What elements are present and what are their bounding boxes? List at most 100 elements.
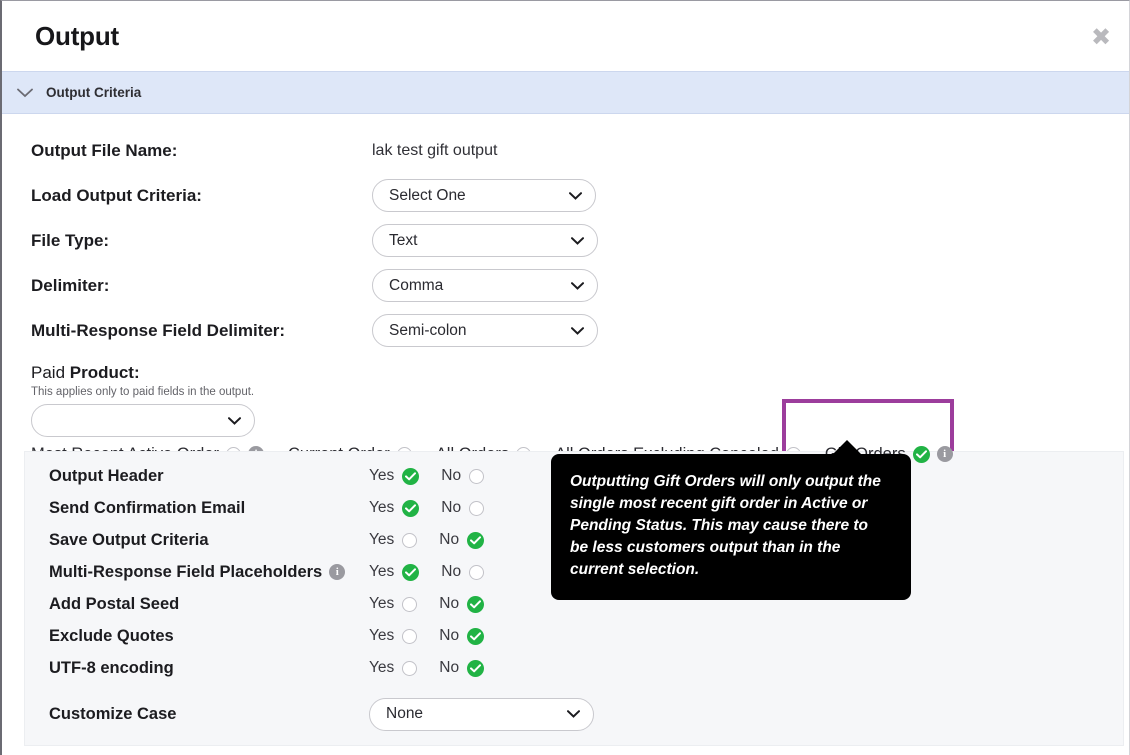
yes-label: Yes (369, 595, 395, 612)
page-title: Output (35, 20, 119, 51)
chevron-down-icon (571, 277, 584, 295)
radio-unselected-icon[interactable] (402, 596, 418, 612)
radio-selected-icon[interactable] (467, 595, 485, 613)
row-multi-response-field-delimiter: Multi-Response Field Delimiter: Semi-col… (2, 308, 1129, 353)
output-file-name-label: Output File Name: (31, 140, 178, 160)
option-label-text: Multi-Response Field Placeholders (49, 562, 323, 581)
option-label: UTF-8 encoding (49, 659, 369, 678)
radio-selected-icon[interactable] (402, 563, 420, 581)
info-icon[interactable]: i (329, 564, 346, 580)
option-label: Exclude Quotes (49, 627, 369, 646)
option-no-exclude-quotes[interactable]: No (439, 627, 485, 645)
option-yes-output-header[interactable]: Yes (369, 467, 420, 485)
option-no-send-confirmation-email[interactable]: No (441, 499, 485, 517)
delimiter-value: Comma (389, 276, 444, 294)
output-criteria-label: Output Criteria (46, 85, 142, 100)
row-file-type: File Type: Text (2, 218, 1129, 263)
customize-case-label-text: Customize Case (49, 704, 177, 723)
option-yes-exclude-quotes[interactable]: Yes (369, 627, 418, 645)
radio-unselected-icon[interactable] (402, 660, 418, 676)
chevron-down-icon (571, 322, 584, 340)
no-label: No (441, 467, 462, 484)
row-delimiter: Delimiter: Comma (2, 263, 1129, 308)
option-label-text: Save Output Criteria (49, 530, 209, 549)
load-output-criteria-label: Load Output Criteria: (31, 185, 202, 205)
paid-product-label-light: Paid (31, 363, 70, 382)
option-label: Output Header (49, 467, 369, 486)
option-yes-save-output-criteria[interactable]: Yes (369, 531, 418, 549)
close-icon[interactable]: ✖ (1085, 21, 1117, 53)
file-type-select[interactable]: Text (372, 224, 598, 257)
option-no-save-output-criteria[interactable]: No (439, 531, 485, 549)
yes-label: Yes (369, 467, 395, 484)
radio-selected-icon[interactable] (402, 499, 420, 517)
delimiter-select[interactable]: Comma (372, 269, 598, 302)
option-label-text: Add Postal Seed (49, 594, 180, 613)
radio-selected-icon[interactable] (467, 531, 485, 549)
output-file-name-value: lak test gift output (372, 141, 498, 159)
radio-unselected-icon[interactable] (469, 468, 485, 484)
paid-product-label-bold: Product: (69, 363, 140, 382)
dialog-header: Output ✖ (2, 1, 1129, 71)
multi-response-field-delimiter-value: Semi-colon (389, 321, 467, 339)
tooltip-text: Outputting Gift Orders will only output … (570, 473, 881, 578)
option-label: Send Confirmation Email (49, 499, 369, 518)
option-yes-send-confirmation-email[interactable]: Yes (369, 499, 420, 517)
radio-unselected-icon[interactable] (469, 564, 485, 580)
option-yes-utf8-encoding[interactable]: Yes (369, 659, 418, 677)
radio-selected-icon[interactable] (467, 659, 485, 677)
yes-label: Yes (369, 659, 395, 676)
radio-selected-icon[interactable] (402, 467, 420, 485)
option-label-text: Exclude Quotes (49, 626, 174, 645)
chevron-down-icon (569, 187, 582, 205)
output-criteria-section-header[interactable]: Output Criteria (2, 71, 1129, 114)
multi-response-field-delimiter-label: Multi-Response Field Delimiter: (31, 320, 286, 340)
option-label: Add Postal Seed (49, 595, 369, 614)
no-label: No (441, 499, 462, 516)
chevron-down-icon (228, 412, 241, 430)
output-dialog: Output ✖ Output Criteria Output File Nam… (0, 0, 1130, 755)
file-type-label: File Type: (31, 230, 110, 250)
option-row-utf8-encoding: UTF-8 encoding Yes No (25, 652, 1123, 684)
chevron-down-icon[interactable] (14, 82, 36, 104)
load-output-criteria-value: Select One (389, 186, 466, 204)
no-label: No (439, 531, 460, 548)
option-no-add-postal-seed[interactable]: No (439, 595, 485, 613)
paid-product-select[interactable] (31, 404, 255, 437)
chevron-down-icon (571, 232, 584, 250)
yes-label: Yes (369, 627, 395, 644)
yes-label: Yes (369, 531, 395, 548)
radio-selected-icon[interactable] (467, 627, 485, 645)
option-yes-add-postal-seed[interactable]: Yes (369, 595, 418, 613)
option-label-text: UTF-8 encoding (49, 658, 174, 677)
radio-unselected-icon[interactable] (402, 532, 418, 548)
option-label: Multi-Response Field Placeholders i (49, 563, 369, 582)
yes-label: Yes (369, 563, 395, 580)
customize-case-select[interactable]: None (369, 697, 594, 731)
option-label-text: Send Confirmation Email (49, 498, 246, 517)
radio-selected-icon[interactable] (912, 445, 930, 463)
customize-case-value: None (386, 705, 424, 722)
paid-product-label: Paid Product: (31, 363, 1129, 383)
tooltip-arrow-icon (832, 440, 862, 455)
option-no-utf8-encoding[interactable]: No (439, 659, 485, 677)
file-type-value: Text (389, 231, 418, 249)
radio-unselected-icon[interactable] (402, 628, 418, 644)
paid-product-block: Paid Product: This applies only to paid … (2, 363, 1129, 437)
info-icon[interactable]: i (936, 446, 953, 462)
load-output-criteria-select[interactable]: Select One (372, 179, 596, 212)
radio-unselected-icon[interactable] (469, 500, 485, 516)
gift-orders-tooltip: Outputting Gift Orders will only output … (551, 440, 911, 600)
option-no-multi-response-field-placeholders[interactable]: No (441, 563, 485, 581)
delimiter-label: Delimiter: (31, 275, 110, 295)
multi-response-field-delimiter-select[interactable]: Semi-colon (372, 314, 598, 347)
yes-label: Yes (369, 499, 395, 516)
option-yes-multi-response-field-placeholders[interactable]: Yes (369, 563, 420, 581)
no-label: No (439, 627, 460, 644)
option-label-text: Output Header (49, 466, 164, 485)
option-row-customize-case: Customize Case None (25, 692, 1123, 736)
row-output-file-name: Output File Name: lak test gift output (2, 128, 1129, 173)
no-label: No (441, 563, 462, 580)
option-no-output-header[interactable]: No (441, 467, 485, 485)
no-label: No (439, 595, 460, 612)
